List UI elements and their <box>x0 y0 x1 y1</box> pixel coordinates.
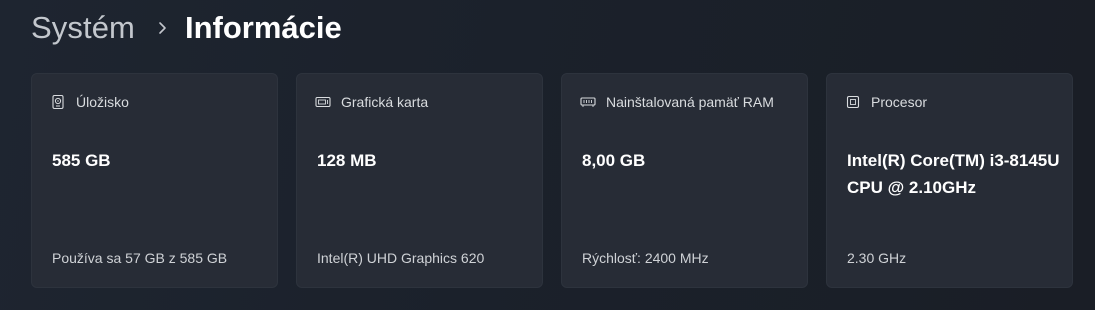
storage-title: Úložisko <box>76 94 129 110</box>
processor-card: Procesor Intel(R) Core(TM) i3-8145U CPU … <box>826 73 1073 288</box>
storage-card: Úložisko 585 GB Používa sa 57 GB z 585 G… <box>31 73 278 288</box>
graphics-card-icon <box>315 94 331 110</box>
graphics-detail: Intel(R) UHD Graphics 620 <box>317 250 485 266</box>
ram-value: 8,00 GB <box>582 151 646 170</box>
processor-title: Procesor <box>871 94 928 110</box>
ram-title: Nainštalovaná pamäť RAM <box>606 94 774 110</box>
ram-icon <box>580 94 596 110</box>
ram-card: Nainštalovaná pamäť RAM 8,00 GB Rýchlosť… <box>561 73 808 288</box>
breadcrumb-parent-link[interactable]: Systém <box>31 10 135 46</box>
graphics-card: Grafická karta 128 MB Intel(R) UHD Graph… <box>296 73 543 288</box>
processor-value: Intel(R) Core(TM) i3-8145U CPU @ 2.10GHz <box>847 151 1060 197</box>
ram-detail: Rýchlosť: 2400 MHz <box>582 250 709 266</box>
storage-icon <box>50 94 66 110</box>
page-title: Informácie <box>184 10 342 45</box>
storage-value: 585 GB <box>52 151 111 170</box>
graphics-title: Grafická karta <box>341 94 429 110</box>
graphics-value: 128 MB <box>317 151 377 170</box>
breadcrumb: Systém Informácie <box>31 6 342 50</box>
processor-detail: 2.30 GHz <box>847 250 907 266</box>
processor-icon <box>845 94 861 110</box>
chevron-right-icon <box>158 18 167 38</box>
storage-detail: Používa sa 57 GB z 585 GB <box>52 250 228 266</box>
